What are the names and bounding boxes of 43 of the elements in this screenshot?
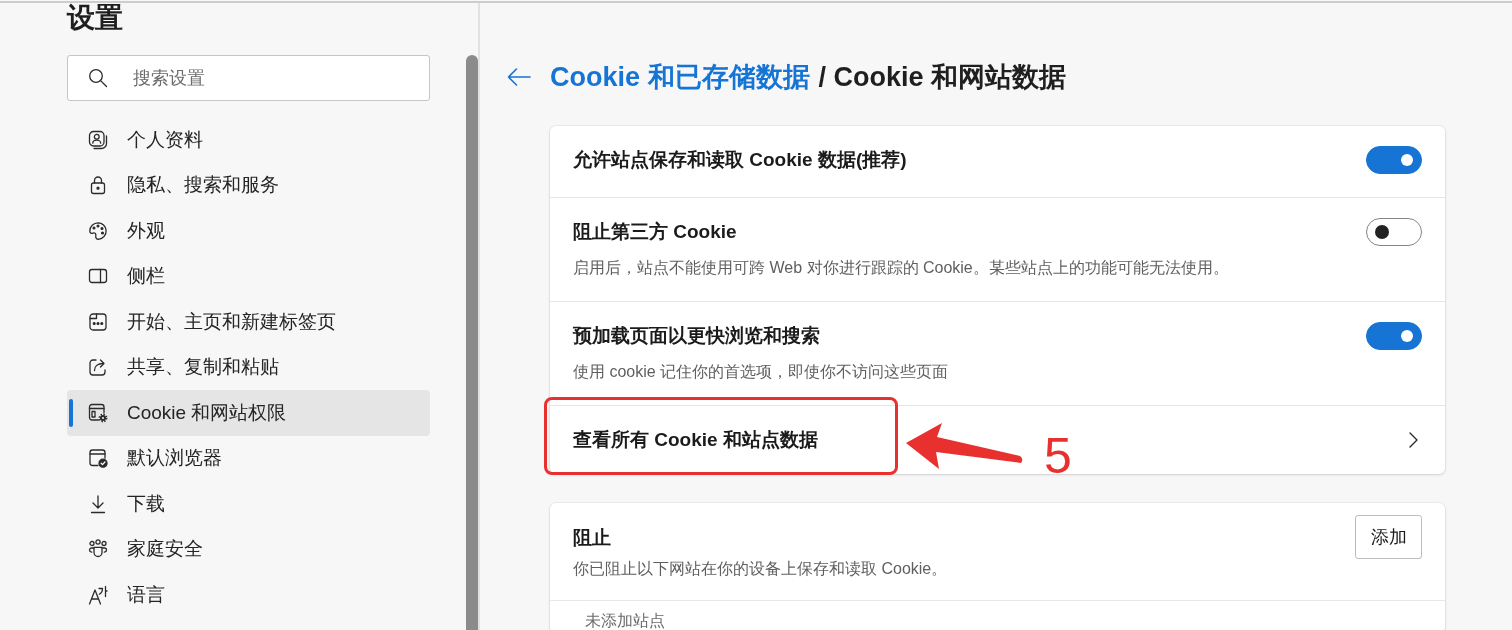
sidebar-item[interactable]: 共享、复制和粘贴: [67, 344, 430, 390]
setting-description: 启用后，站点不能使用可跨 Web 对你进行跟踪的 Cookie。某些站点上的功能可能无法使用。: [573, 258, 1229, 278]
toggle-switch[interactable]: [1366, 218, 1422, 246]
section-title: 阻止: [573, 527, 611, 549]
language-icon: [88, 584, 108, 605]
sidebar-item[interactable]: 家庭安全: [67, 526, 430, 572]
setting-title: 允许站点保存和读取 Cookie 数据(推荐): [573, 149, 907, 171]
sidebar-item[interactable]: 外观: [67, 208, 430, 254]
toggle-switch[interactable]: [1366, 146, 1422, 174]
annotation-number: 5: [1044, 431, 1072, 481]
sidebar-item[interactable]: 语言: [67, 572, 430, 618]
search-icon: [88, 68, 108, 88]
settings-heading: 设置: [67, 3, 123, 33]
sidebar-item[interactable]: 侧栏: [67, 253, 430, 299]
scrollbar-thumb[interactable]: [466, 55, 478, 630]
setting-title: 阻止第三方 Cookie: [573, 221, 737, 243]
setting-description: 使用 cookie 记住你的首选项，即使你不访问这些页面: [573, 362, 949, 382]
window-gear-icon: [88, 402, 108, 423]
sidebar-item[interactable]: 默认浏览器: [67, 435, 430, 481]
sidebar-item[interactable]: 个人资料: [67, 117, 430, 163]
profile-icon: [88, 129, 108, 150]
breadcrumb-link[interactable]: Cookie 和已存储数据: [550, 59, 810, 95]
link-text[interactable]: 查看所有 Cookie 和站点数据: [573, 429, 818, 451]
empty-list-text: 未添加站点: [585, 612, 665, 629]
share-icon: [88, 357, 108, 378]
back-arrow-icon[interactable]: [507, 67, 531, 87]
search-field[interactable]: 搜索设置: [67, 55, 430, 101]
sidebar-item[interactable]: 开始、主页和新建标签页: [67, 299, 430, 345]
palette-icon: [88, 220, 108, 241]
sidebar-item[interactable]: Cookie 和网站权限: [67, 390, 430, 436]
download-icon: [88, 493, 108, 514]
page-title: / Cookie 和网站数据: [818, 61, 1067, 94]
setting-title: 预加载页面以更快浏览和搜索: [573, 325, 820, 347]
toggle-switch[interactable]: [1366, 322, 1422, 350]
lock-icon: [88, 175, 108, 196]
add-button[interactable]: 添加: [1355, 515, 1422, 559]
sidebar-item[interactable]: 隐私、搜索和服务: [67, 162, 430, 208]
chevron-right-icon[interactable]: [1409, 432, 1418, 448]
window-dots-icon: [88, 311, 108, 332]
window-check-icon: [88, 448, 108, 469]
sidebar-item[interactable]: 下载: [67, 481, 430, 527]
people-icon: [88, 539, 108, 560]
section-description: 你已阻止以下网站在你的设备上保存和读取 Cookie。: [573, 559, 948, 579]
